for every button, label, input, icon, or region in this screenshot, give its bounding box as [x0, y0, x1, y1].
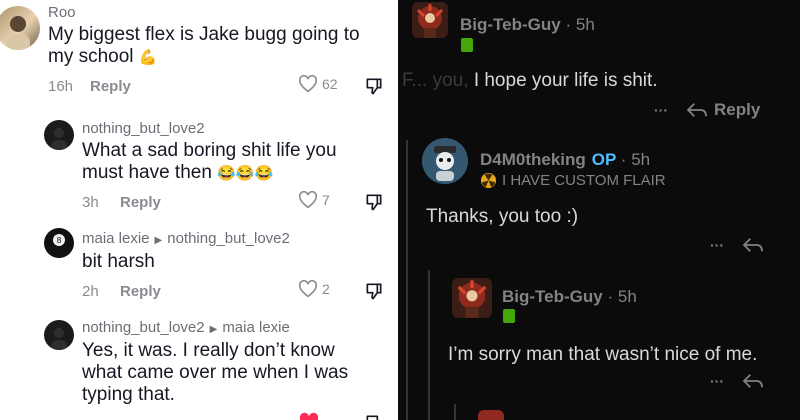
comment-time: 3h	[82, 194, 99, 211]
avatar	[478, 410, 504, 420]
comment-text: What a sad boring shit life you must hav…	[82, 140, 337, 183]
more-options-button[interactable]: ···	[710, 237, 724, 253]
newcomer-badge-icon	[503, 309, 515, 323]
reply-arrow-icon	[686, 103, 707, 117]
thread-line	[454, 404, 456, 420]
like-button[interactable]	[298, 412, 320, 420]
comment-username[interactable]: D4M0theking OP · 5h	[480, 150, 650, 170]
faded-text: F... you,	[402, 70, 474, 91]
laughing-emoji: 😂😂😂	[217, 165, 274, 182]
like-count: 7	[322, 192, 330, 208]
heart-icon	[298, 75, 318, 93]
comment-actions: ···	[710, 372, 764, 390]
avatar[interactable]	[44, 320, 74, 350]
tiktok-comments-panel: Roo My biggest flex is Jake bugg going t…	[0, 0, 398, 420]
svg-text:8: 8	[56, 236, 61, 245]
comment-body: I’m sorry man that wasn’t nice of me.	[448, 344, 758, 365]
like-count: 2	[322, 281, 330, 297]
comment-age: 5h	[631, 150, 651, 169]
more-options-button[interactable]: ···	[654, 102, 668, 118]
flexed-biceps-emoji: 💪	[138, 49, 158, 66]
like-button[interactable]: 62	[298, 75, 338, 93]
comment-body: F... you, I hope your life is shit.	[402, 70, 658, 91]
comment-text: My biggest flex is Jake bugg going to my…	[48, 24, 360, 67]
comment-username[interactable]: Roo	[48, 4, 76, 21]
heart-filled-icon	[299, 412, 319, 420]
dislike-icon[interactable]	[364, 413, 384, 420]
dislike-icon[interactable]	[364, 192, 384, 212]
separator: ·	[607, 287, 614, 306]
thread-line	[428, 270, 430, 420]
comment-username[interactable]: nothing_but_love2	[82, 120, 205, 137]
comment-username: nothing_but_love2 ▶ maia lexie	[82, 319, 290, 336]
avatar[interactable]	[44, 120, 74, 150]
comment-username: maia lexie ▶ nothing_but_love2	[82, 230, 290, 247]
reply-button[interactable]: Reply	[120, 283, 161, 300]
avatar[interactable]	[422, 138, 468, 184]
avatar[interactable]	[412, 2, 448, 38]
reply-arrow-icon[interactable]	[742, 236, 764, 254]
op-badge: OP	[591, 150, 617, 169]
like-count: 62	[322, 76, 338, 92]
reply-button[interactable]: Reply	[120, 194, 161, 211]
reply-to-username[interactable]: maia lexie	[222, 319, 290, 336]
newcomer-badge-icon	[461, 38, 473, 52]
user-flair: I HAVE CUSTOM FLAIR	[480, 172, 666, 189]
avatar[interactable]	[0, 6, 40, 50]
comment-item: nothing_but_love2 What a sad boring shit…	[0, 110, 398, 220]
reply-button[interactable]: Reply	[686, 100, 760, 120]
reddit-thread-panel: Big-Teb-Guy · 5h F... you, I hope your l…	[402, 0, 800, 420]
dislike-icon[interactable]	[364, 76, 384, 96]
comment-time: 16h	[48, 78, 74, 95]
heart-icon	[298, 280, 318, 298]
caret-right-icon: ▶	[154, 235, 163, 246]
more-options-button[interactable]: ···	[710, 373, 724, 389]
radioactive-icon	[480, 172, 497, 189]
like-button[interactable]: 2	[298, 280, 330, 298]
thread-line	[406, 140, 408, 420]
separator: ·	[565, 15, 572, 34]
avatar[interactable]	[452, 278, 492, 318]
comment-username[interactable]: Big-Teb-Guy · 5h	[502, 287, 637, 307]
comment-item: Roo My biggest flex is Jake bugg going t…	[0, 0, 398, 110]
heart-icon	[298, 191, 318, 209]
reply-to-username[interactable]: nothing_but_love2	[167, 230, 290, 247]
like-button[interactable]: 7	[298, 191, 330, 209]
reply-button[interactable]: Reply	[90, 78, 131, 95]
comment-item: 8 maia lexie ▶ nothing_but_love2 bit harsh…	[0, 220, 398, 315]
comment-item: nothing_but_love2 ▶ maia lexie Yes, it was…	[0, 310, 398, 420]
dislike-icon[interactable]	[364, 281, 384, 301]
comment-actions: ··· Reply	[654, 100, 760, 120]
separator: ·	[620, 150, 627, 169]
comment-time: 2h	[82, 283, 99, 300]
avatar[interactable]: 8	[44, 228, 74, 258]
comment-body: Thanks, you too :)	[426, 206, 579, 227]
comment-age: 5h	[575, 15, 595, 34]
comment-username[interactable]: Big-Teb-Guy · 5h	[460, 15, 595, 35]
comment-text: Yes, it was. I really don’t know what ca…	[82, 340, 349, 405]
comment-age: 5h	[617, 287, 637, 306]
comment-text: bit harsh	[82, 251, 155, 272]
caret-right-icon: ▶	[209, 324, 218, 335]
comment-actions: ···	[710, 236, 764, 254]
reply-arrow-icon[interactable]	[742, 372, 764, 390]
